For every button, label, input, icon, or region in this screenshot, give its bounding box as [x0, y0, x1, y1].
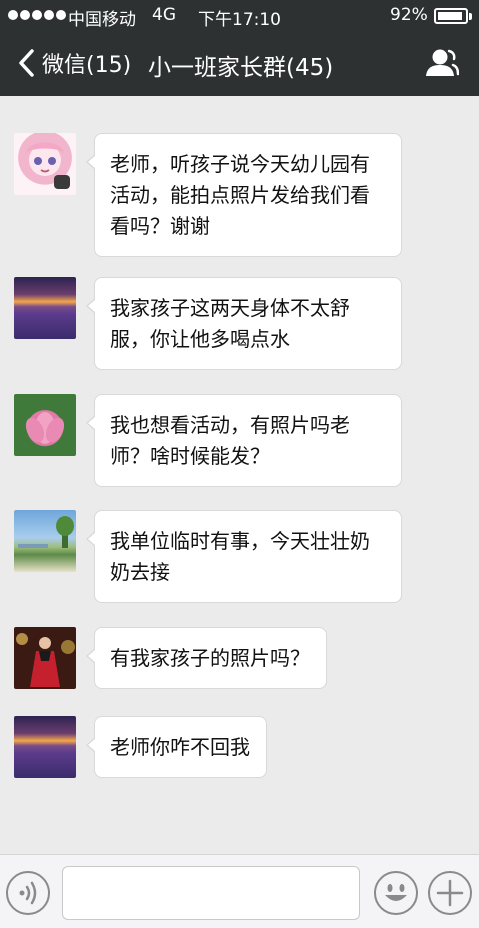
- message-bubble[interactable]: 有我家孩子的照片吗？: [86, 627, 327, 689]
- nav-bar: 微信(15) 小一班家长群(45): [0, 32, 479, 96]
- message-input[interactable]: [62, 866, 360, 920]
- chevron-left-icon: [19, 49, 34, 77]
- message-bubble[interactable]: 我家孩子这两天身体不太舒服，你让他多喝点水: [86, 277, 402, 370]
- network-type: 4G: [152, 5, 176, 25]
- back-button[interactable]: 微信(15): [14, 46, 131, 80]
- emoji-button[interactable]: [374, 871, 418, 915]
- more-options-button[interactable]: [428, 871, 472, 915]
- message-bubble[interactable]: 老师你咋不回我: [86, 716, 267, 778]
- signal-strength-icon: [8, 10, 66, 20]
- lavender-field-avatar[interactable]: [14, 277, 76, 339]
- message-bubble[interactable]: 我也想看活动，有照片吗老师？啥时候能发？: [86, 394, 402, 487]
- anime-girl-avatar[interactable]: [14, 133, 76, 195]
- header: 中国移动 4G 下午17:10 92% 微信(15) 小一班家长群(45): [0, 0, 479, 96]
- message-bubble[interactable]: 老师，听孩子说今天幼儿园有活动，能拍点照片发给我们看看吗？谢谢: [86, 133, 402, 257]
- group-members-icon[interactable]: [423, 46, 459, 80]
- plus-icon: [436, 879, 464, 907]
- woman-red-dress-avatar[interactable]: [14, 627, 76, 689]
- input-bar: [0, 854, 479, 928]
- chat-area[interactable]: 老师，听孩子说今天幼儿园有活动，能拍点照片发给我们看看吗？谢谢 我家孩子这两天身…: [0, 96, 479, 854]
- emoji-icon: [385, 884, 407, 901]
- page-title: 小一班家长群(45): [148, 55, 334, 81]
- voice-button[interactable]: [6, 871, 50, 915]
- carrier-name: 中国移动: [68, 10, 136, 30]
- status-bar: 中国移动 4G 下午17:10 92%: [0, 0, 479, 32]
- message-bubble[interactable]: 我单位临时有事，今天壮壮奶奶去接: [86, 510, 402, 603]
- status-time: 下午17:10: [198, 10, 281, 30]
- back-label: 微信(15): [42, 53, 132, 78]
- park-sky-avatar[interactable]: [14, 510, 76, 572]
- battery-icon: [434, 8, 472, 24]
- lotus-flower-avatar[interactable]: [14, 394, 76, 456]
- lavender-field-avatar[interactable]: [14, 716, 76, 778]
- battery-percent: 92%: [390, 5, 428, 25]
- voice-icon: [19, 881, 37, 905]
